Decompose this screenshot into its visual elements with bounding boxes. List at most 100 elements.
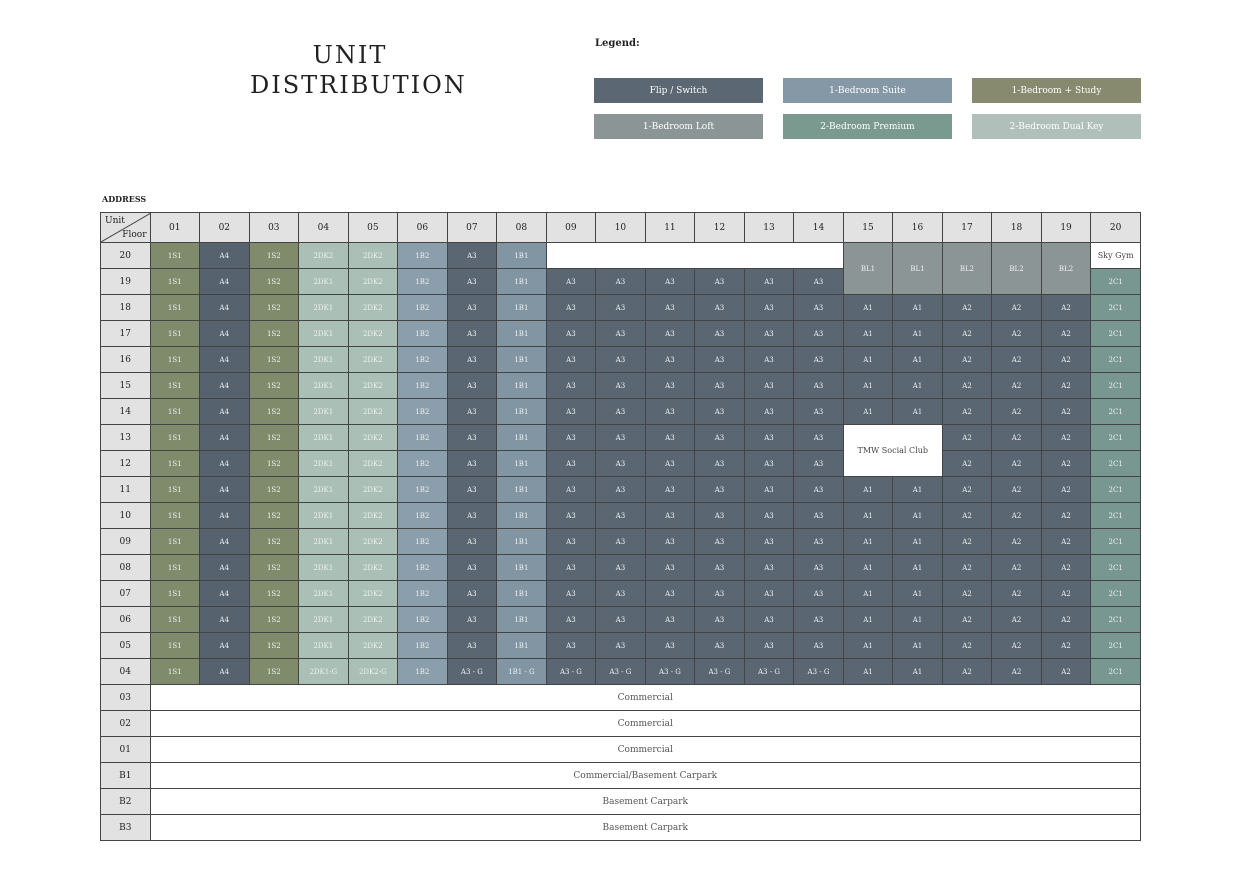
- floor-label: 18: [100, 294, 151, 321]
- unit-cell: A3: [446, 242, 498, 269]
- social-club: TMW Social Club: [842, 424, 943, 477]
- unit-cell: A2: [941, 372, 993, 399]
- unit-cell: A3: [743, 372, 795, 399]
- unit-cell: 1S1: [149, 476, 201, 503]
- sky-gym: Sky Gym: [1090, 242, 1141, 269]
- unit-cell: 2C1: [1090, 658, 1141, 685]
- floor-label: 16: [100, 346, 151, 373]
- unit-cell: A1: [892, 294, 943, 321]
- unit-cell: 2DK1: [298, 528, 349, 555]
- title-line-2: DISTRIBUTION: [250, 71, 467, 99]
- unit-cell: A2: [991, 424, 1042, 451]
- unit-cell: A3: [545, 424, 597, 451]
- unit-cell: A2: [991, 632, 1042, 659]
- stack-number: 16: [892, 212, 943, 243]
- unit-cell: 1S2: [248, 606, 300, 633]
- unit-cell: A3: [644, 450, 696, 477]
- floor-label: 12: [100, 450, 151, 477]
- unit-cell: A3 - G: [595, 658, 646, 685]
- unit-cell: 1B1 - G: [496, 658, 547, 685]
- unit-cell: A3: [595, 476, 646, 503]
- unit-cell: A3 - G: [694, 658, 745, 685]
- legend-flip-switch: Flip / Switch: [594, 78, 763, 103]
- legend-1-bedroom-study: 1-Bedroom + Study: [972, 78, 1141, 103]
- unit-cell: A3: [545, 580, 597, 607]
- unit-cell: A3: [545, 346, 597, 373]
- unit-cell: A3: [446, 528, 498, 555]
- stack-number: 13: [743, 212, 795, 243]
- unit-cell: 2C1: [1090, 606, 1141, 633]
- floor-row: 18 1S1 A4 1S2 2DK1 2DK2 1B2 A3 1B1 A3 A3 A3 A3 A3 A3 A1…: [100, 294, 1141, 321]
- unit-cell: A3: [595, 554, 646, 581]
- unit-cell: A2: [991, 372, 1042, 399]
- unit-cell: A3: [793, 398, 844, 425]
- unit-cell: A3: [644, 606, 696, 633]
- unit-cell: A2: [941, 424, 993, 451]
- unit-cell: A1: [892, 632, 943, 659]
- unit-cell: A1: [892, 606, 943, 633]
- unit-cell: A3: [743, 346, 795, 373]
- unit-cell: 2C1: [1090, 346, 1141, 373]
- unit-cell: 1B1: [496, 554, 547, 581]
- unit-cell: A3: [446, 372, 498, 399]
- floor-row: 15 1S1 A4 1S2 2DK1 2DK2 1B2 A3 1B1 A3 A3 A3 A3 A3 A3 A1…: [100, 372, 1141, 399]
- unit-grid-body: 20 1S1 A4 1S2 2DK2 2DK2 1B2 A3 1B1 BL1 BL1 BL2 BL2 BL…: [100, 242, 1142, 841]
- unit-cell: 1S2: [248, 658, 300, 685]
- unit-cell: A2: [1040, 580, 1092, 607]
- unit-cell: 2DK1: [298, 268, 349, 295]
- unit-cell: A3: [446, 450, 498, 477]
- unit-cell: A1: [892, 554, 943, 581]
- unit-cell: 1S1: [149, 268, 201, 295]
- unit-cell: 2DK1-G: [298, 658, 349, 685]
- unit-cell: 2DK2: [347, 268, 399, 295]
- unit-cell: 2C1: [1090, 502, 1141, 529]
- unit-cell: A2: [1040, 554, 1092, 581]
- unit-cell: A3: [446, 580, 498, 607]
- unit-cell: A1: [842, 372, 894, 399]
- unit-cell: 2C1: [1090, 372, 1141, 399]
- unit-cell: A4: [199, 476, 250, 503]
- page-title: UNIT DISTRIBUTION: [250, 40, 465, 100]
- unit-cell: A3: [793, 372, 844, 399]
- unit-cell: 1B1: [496, 528, 547, 555]
- floor-row: 12 1S1 A4 1S2 2DK1 2DK2 1B2 A3 1B1 A3 A3 A3 A3 A3 A3 A2…: [100, 450, 1141, 477]
- unit-cell: A1: [842, 658, 894, 685]
- unit-cell: A3: [743, 398, 795, 425]
- unit-cell: 1S1: [149, 242, 201, 269]
- unit-cell: 2DK1: [298, 502, 349, 529]
- unit-cell: A3: [644, 476, 696, 503]
- unit-cell: 1B2: [397, 450, 448, 477]
- unit-cell: A4: [199, 346, 250, 373]
- unit-cell: A2: [1040, 320, 1092, 347]
- unit-cell: 1B1: [496, 320, 547, 347]
- unit-cell: A3: [644, 554, 696, 581]
- legend-item-label: 2-Bedroom Dual Key: [1009, 121, 1104, 132]
- unit-cell: A1: [892, 346, 943, 373]
- unit-cell: A2: [941, 606, 993, 633]
- unit-cell: 2DK2: [347, 450, 399, 477]
- unit-cell: A3: [644, 320, 696, 347]
- unit-cell: A1: [842, 476, 894, 503]
- unit-cell: A1: [892, 398, 943, 425]
- unit-cell: A3: [545, 398, 597, 425]
- floor-label: 14: [100, 398, 151, 425]
- unit-cell: A3: [644, 424, 696, 451]
- unit-cell: 1S2: [248, 372, 300, 399]
- unit-cell: A3: [694, 424, 745, 451]
- unit-cell: A3: [793, 554, 844, 581]
- unit-cell: A2: [1040, 606, 1092, 633]
- unit-cell: 1B2: [397, 554, 448, 581]
- unit-cell: A2: [941, 632, 993, 659]
- unit-cell: A3: [694, 450, 745, 477]
- unit-cell: 1S2: [248, 528, 300, 555]
- floor-label: 06: [100, 606, 151, 633]
- unit-cell: A3: [793, 450, 844, 477]
- unit-cell: A3: [793, 580, 844, 607]
- unit-cell: A4: [199, 450, 250, 477]
- unit-cell: A3: [743, 268, 795, 295]
- unit-cell: A3: [694, 580, 745, 607]
- unit-cell: A1: [842, 606, 894, 633]
- unit-cell: 1B2: [397, 502, 448, 529]
- unit-cell: A3: [446, 554, 498, 581]
- unit-cell: A2: [991, 658, 1042, 685]
